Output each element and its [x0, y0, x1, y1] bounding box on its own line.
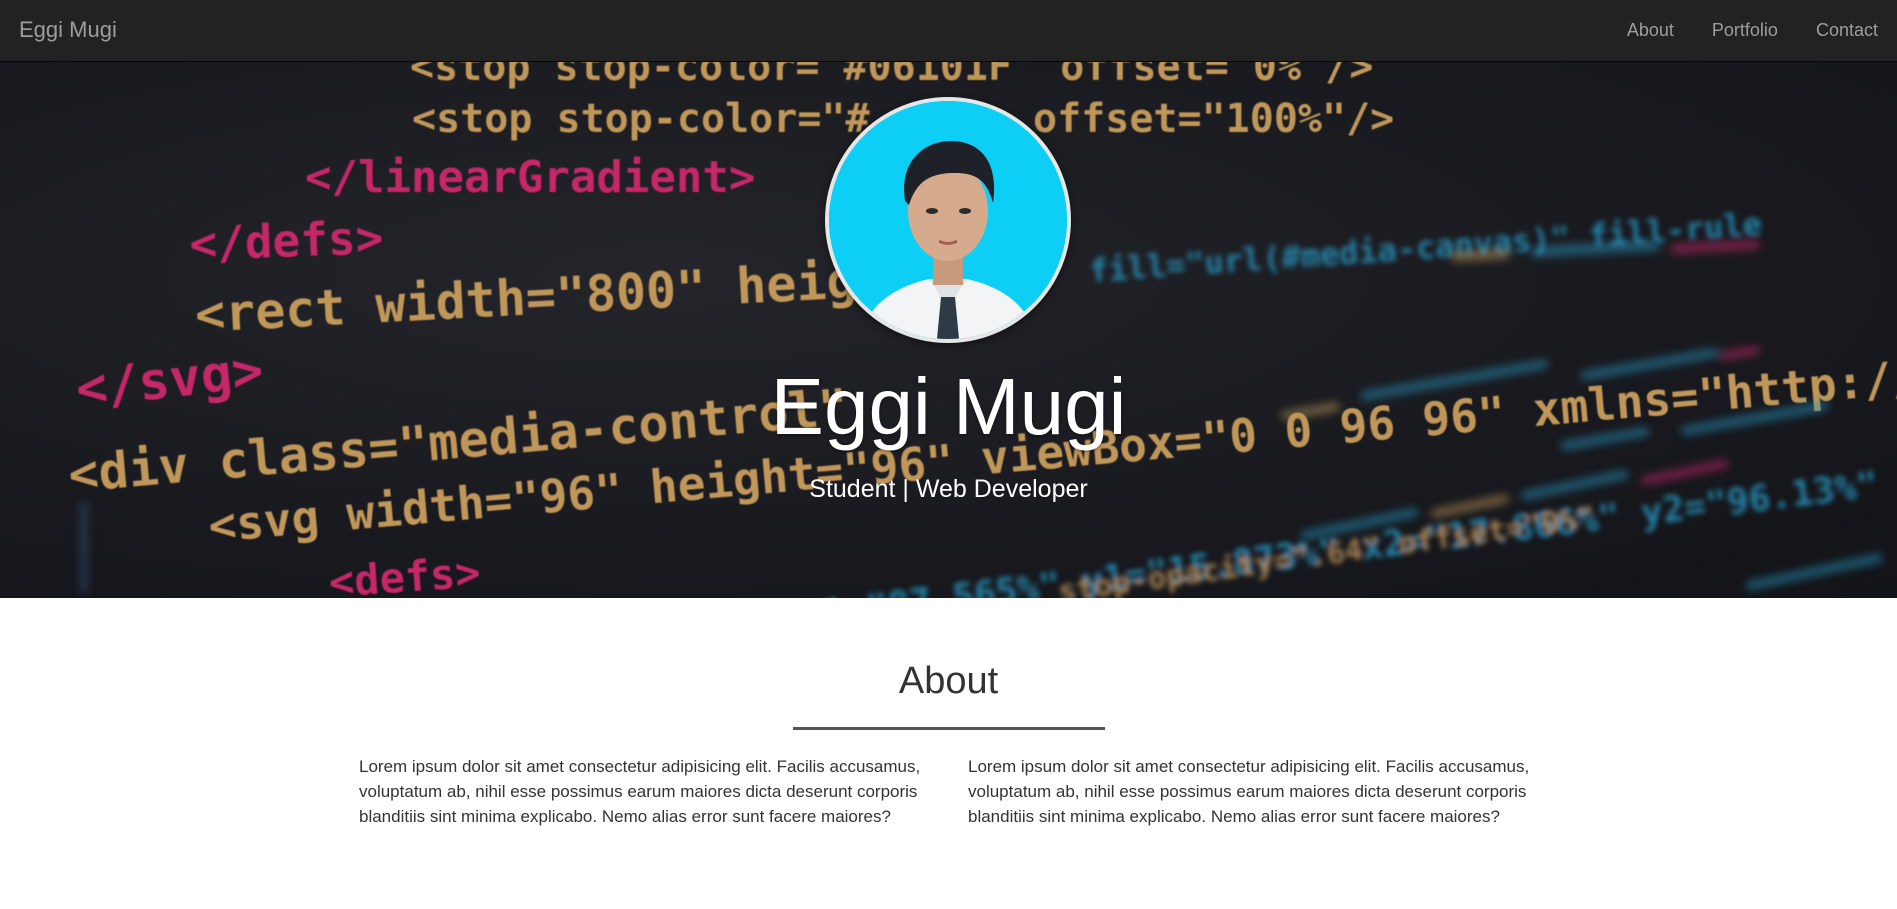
about-divider	[793, 727, 1105, 730]
nav-link-about[interactable]: About	[1608, 0, 1693, 62]
profile-avatar	[825, 97, 1071, 343]
about-paragraph-left: Lorem ipsum dolor sit amet consectetur a…	[359, 757, 921, 826]
top-navbar: Eggi Mugi About Portfolio Contact	[0, 0, 1897, 62]
nav-link-portfolio[interactable]: Portfolio	[1693, 0, 1797, 62]
hero-name: Eggi Mugi	[770, 362, 1127, 451]
hero-subtitle: Student | Web Developer	[809, 475, 1088, 503]
about-paragraph-right: Lorem ipsum dolor sit amet consectetur a…	[968, 757, 1530, 826]
about-title: About	[898, 660, 999, 702]
brand-link[interactable]: Eggi Mugi	[19, 17, 117, 43]
hero-section: <stop stop-color="#06101F" offset="0%"/>…	[0, 62, 1897, 598]
nav-link-contact[interactable]: Contact	[1797, 0, 1897, 62]
profile-photo	[829, 101, 1067, 339]
nav-links: About Portfolio Contact	[1608, 0, 1897, 62]
